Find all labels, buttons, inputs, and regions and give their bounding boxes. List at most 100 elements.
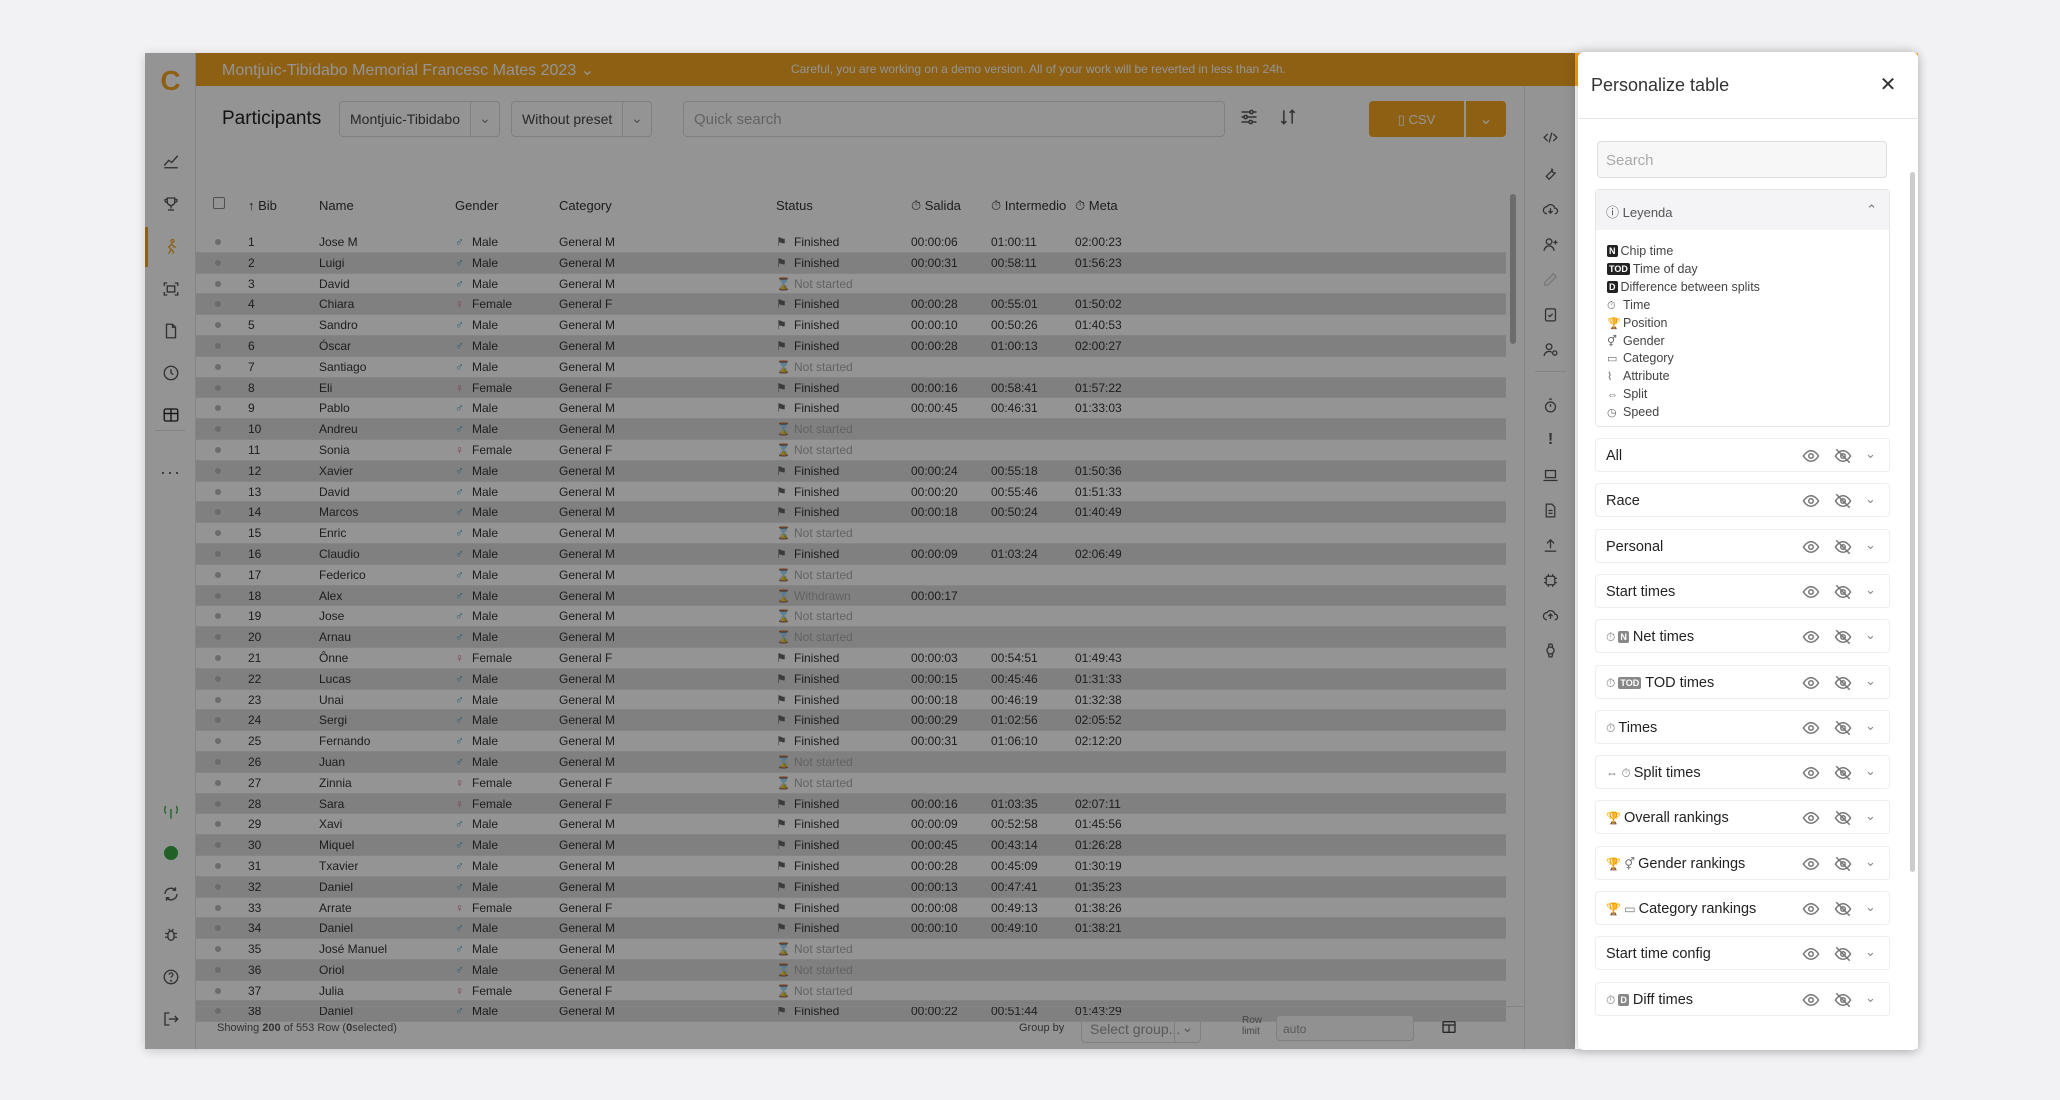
speed-icon: ◷ xyxy=(1607,407,1617,420)
show-all-eye-icon[interactable] xyxy=(1801,719,1821,737)
column-group-diff-times[interactable]: ⏱ D Diff times ⌄ xyxy=(1595,981,1890,1016)
hide-all-eye-off-icon[interactable] xyxy=(1833,674,1853,692)
hide-all-eye-off-icon[interactable] xyxy=(1833,538,1853,556)
group-label: All xyxy=(1606,448,1622,464)
chevron-down-icon[interactable]: ⌄ xyxy=(1865,446,1876,462)
group-label-text: Times xyxy=(1618,719,1658,736)
hide-all-eye-off-icon[interactable] xyxy=(1833,447,1853,465)
legend-item: TOD Time of day xyxy=(1607,262,1698,276)
chevron-down-icon[interactable]: ⌄ xyxy=(1865,627,1876,643)
column-group-times[interactable]: ⏱ Times ⌄ xyxy=(1595,709,1890,744)
chevron-down-icon[interactable]: ⌄ xyxy=(1865,944,1876,960)
column-group-gender-rankings[interactable]: 🏆 ⚥ Gender rankings ⌄ xyxy=(1595,845,1890,880)
group-icon: ⇔ ⏱ xyxy=(1606,766,1631,781)
panel-divider xyxy=(1578,118,1918,119)
legend-title: Leyenda xyxy=(1622,205,1673,220)
hide-all-eye-off-icon[interactable] xyxy=(1833,583,1853,601)
personalize-table-panel: Personalize table ✕ Search ⓘ Leyenda ⌃ NC… xyxy=(1578,52,1918,1050)
group-label-text: Gender rankings xyxy=(1638,855,1746,872)
badge-n: N xyxy=(1618,631,1629,644)
group-label-text: Category rankings xyxy=(1638,901,1757,917)
group-label: Start times xyxy=(1606,584,1675,600)
show-all-eye-icon[interactable] xyxy=(1801,809,1821,827)
badge-d: D xyxy=(1618,993,1629,1006)
hide-all-eye-off-icon[interactable] xyxy=(1833,855,1853,873)
legend-item: ⌇ Attribute xyxy=(1607,369,1670,383)
show-all-eye-icon[interactable] xyxy=(1801,447,1821,465)
chevron-down-icon[interactable]: ⌄ xyxy=(1865,990,1876,1006)
column-group-race[interactable]: Race ⌄ xyxy=(1595,483,1890,518)
legend-header[interactable]: ⓘ Leyenda ⌃ xyxy=(1596,190,1889,230)
chevron-up-icon: ⌃ xyxy=(1866,202,1877,217)
show-all-eye-icon[interactable] xyxy=(1801,492,1821,510)
hide-all-eye-off-icon[interactable] xyxy=(1833,764,1853,782)
paperclip-icon: ⌇ xyxy=(1607,371,1613,384)
hide-all-eye-off-icon[interactable] xyxy=(1833,492,1853,510)
columns-search-input[interactable]: Search xyxy=(1597,141,1887,178)
panel-title: Personalize table xyxy=(1591,75,1730,95)
show-all-eye-icon[interactable] xyxy=(1801,538,1821,556)
hide-all-eye-off-icon[interactable] xyxy=(1833,945,1853,963)
column-group-net-times[interactable]: ⏱ N Net times ⌄ xyxy=(1595,619,1890,654)
legend-item-label: Split xyxy=(1623,387,1648,402)
show-all-eye-icon[interactable] xyxy=(1801,583,1821,601)
hide-all-eye-off-icon[interactable] xyxy=(1833,628,1853,646)
group-label: ⏱ D Diff times xyxy=(1606,992,1693,1008)
column-group-all[interactable]: All ⌄ xyxy=(1595,438,1890,472)
group-label: 🏆 ▭ Category rankings xyxy=(1606,901,1756,917)
column-group-tod-times[interactable]: ⏱ TOD TOD times ⌄ xyxy=(1595,664,1890,699)
hide-all-eye-off-icon[interactable] xyxy=(1833,719,1853,737)
legend-section: ⓘ Leyenda ⌃ N Chip time TOD Time of day D Diff… xyxy=(1595,189,1890,427)
group-label-text: TOD times xyxy=(1645,674,1715,691)
group-icon: ⏱ xyxy=(1606,675,1616,690)
group-label-text: Diff times xyxy=(1632,991,1694,1008)
column-group-category-rankings[interactable]: 🏆 ▭ Category rankings ⌄ xyxy=(1595,891,1890,925)
group-label-text: All xyxy=(1606,448,1623,464)
group-label: Start time config xyxy=(1606,946,1711,962)
calendar-icon: ▭ xyxy=(1607,353,1618,366)
badge-d: D xyxy=(1607,280,1618,293)
column-group-start-times[interactable]: Start times ⌄ xyxy=(1595,573,1890,608)
legend-item: ⚥ Gender xyxy=(1607,334,1665,348)
column-group-split-times[interactable]: ⇔ ⏱ Split times ⌄ xyxy=(1595,755,1890,790)
chevron-down-icon[interactable]: ⌄ xyxy=(1865,491,1876,507)
show-all-eye-icon[interactable] xyxy=(1801,764,1821,782)
legend-item-label: Attribute xyxy=(1623,369,1670,384)
group-label: Personal xyxy=(1606,539,1663,555)
column-group-overall-rankings[interactable]: 🏆 Overall rankings ⌄ xyxy=(1595,800,1890,835)
show-all-eye-icon[interactable] xyxy=(1801,855,1821,873)
stopwatch-icon: ⏱ xyxy=(1607,299,1616,312)
column-group-start-time-config[interactable]: Start time config ⌄ xyxy=(1595,936,1890,971)
show-all-eye-icon[interactable] xyxy=(1801,991,1821,1009)
close-icon[interactable]: ✕ xyxy=(1874,72,1902,100)
show-all-eye-icon[interactable] xyxy=(1801,900,1821,918)
column-group-personal[interactable]: Personal ⌄ xyxy=(1595,528,1890,563)
group-icon: 🏆 ▭ xyxy=(1606,902,1636,916)
group-label-text: Personal xyxy=(1606,538,1664,555)
group-label: Race xyxy=(1606,493,1640,509)
chevron-down-icon[interactable]: ⌄ xyxy=(1865,808,1876,824)
chevron-down-icon[interactable]: ⌄ xyxy=(1865,537,1876,553)
group-label-text: Race xyxy=(1606,493,1640,510)
chevron-down-icon[interactable]: ⌄ xyxy=(1865,718,1876,734)
group-icon: ⏱ xyxy=(1606,630,1616,645)
hide-all-eye-off-icon[interactable] xyxy=(1833,900,1853,918)
trophy-icon: 🏆 xyxy=(1607,317,1621,330)
chevron-down-icon[interactable]: ⌄ xyxy=(1865,582,1876,598)
modal-backdrop[interactable] xyxy=(145,53,1575,1049)
legend-item: N Chip time xyxy=(1607,244,1673,258)
legend-item-label: Time xyxy=(1623,297,1651,312)
panel-scrollbar[interactable] xyxy=(1910,172,1915,872)
chevron-down-icon[interactable]: ⌄ xyxy=(1865,763,1876,779)
chevron-down-icon[interactable]: ⌄ xyxy=(1865,673,1876,689)
legend-item: 🏆 Position xyxy=(1607,316,1667,330)
hide-all-eye-off-icon[interactable] xyxy=(1833,809,1853,827)
chevron-down-icon[interactable]: ⌄ xyxy=(1865,854,1876,870)
chevron-down-icon[interactable]: ⌄ xyxy=(1865,899,1876,915)
show-all-eye-icon[interactable] xyxy=(1801,945,1821,963)
show-all-eye-icon[interactable] xyxy=(1801,628,1821,646)
legend-item-label: Gender xyxy=(1623,333,1665,348)
hide-all-eye-off-icon[interactable] xyxy=(1833,991,1853,1009)
show-all-eye-icon[interactable] xyxy=(1801,674,1821,692)
group-label-text: Net times xyxy=(1632,629,1695,646)
